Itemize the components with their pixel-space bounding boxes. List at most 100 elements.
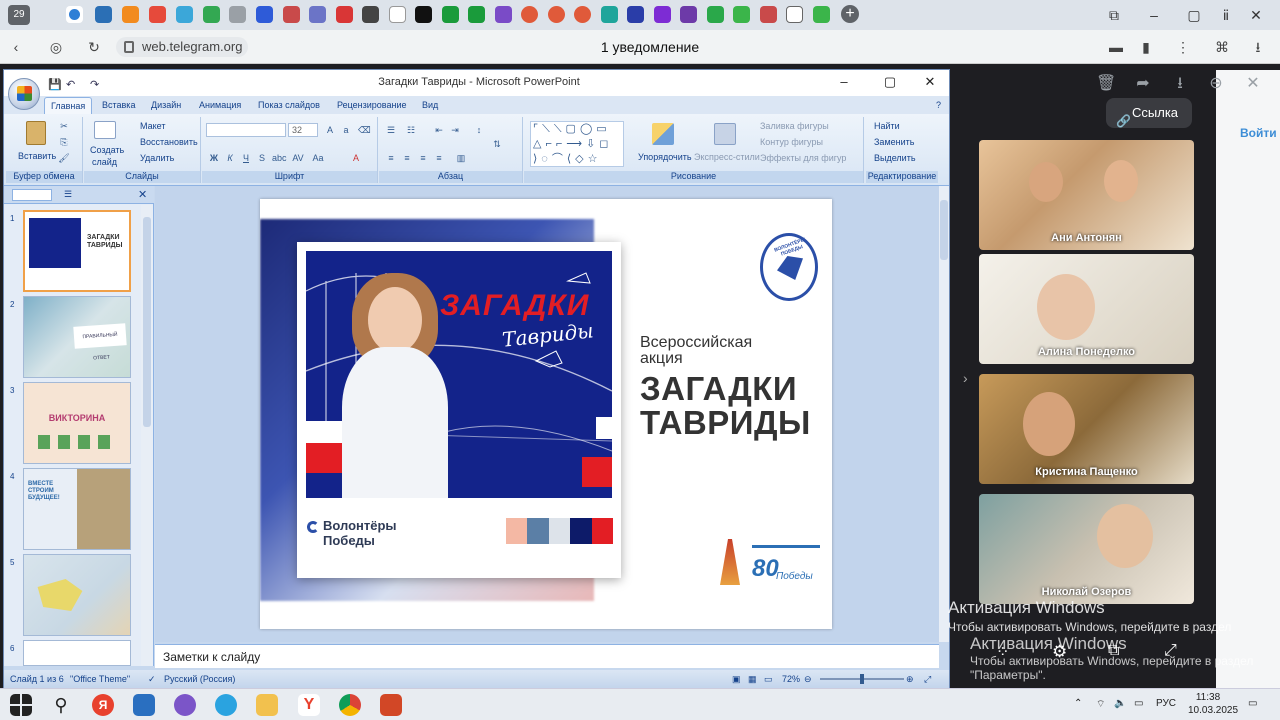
tab-violet-icon[interactable] (680, 6, 697, 23)
yandex-alice-icon[interactable]: ◎ (46, 37, 66, 57)
shadow-icon[interactable]: S (256, 153, 268, 163)
language-indicator-icon[interactable]: ✓ (148, 674, 156, 685)
strike-icon[interactable]: abc (272, 153, 287, 163)
shapes-gallery[interactable]: ⌜⟍⟍▢◯▭ △⌐⌐⟶⇩◻ ⟩◌⌒⟨◇☆ (530, 121, 624, 167)
tab-doc-icon[interactable] (389, 6, 406, 23)
justify-icon[interactable]: ≡ (433, 153, 445, 163)
zoom-out-icon[interactable]: ⊖ (804, 674, 812, 685)
start-icon[interactable] (10, 694, 32, 716)
case-icon[interactable]: Aa (312, 153, 324, 163)
slide-vertical-scrollbar[interactable] (939, 186, 949, 642)
join-button[interactable]: Войти (1240, 126, 1277, 140)
zoom-slider[interactable] (820, 674, 904, 684)
notifications-icon[interactable]: ▭ (1248, 698, 1257, 709)
tray-network-icon[interactable]: ⌔ (1096, 698, 1105, 711)
italic-icon[interactable]: К (224, 153, 236, 163)
tab-image-icon[interactable] (229, 6, 246, 23)
delete-button[interactable]: Удалить (140, 153, 174, 163)
participant-tile[interactable]: Алина Понеделко (979, 254, 1194, 364)
tab-yandex3-icon[interactable] (574, 6, 591, 23)
current-slide[interactable]: ЗАГАДКИ Тавриды Волонтёры Победы ВОЛОНТЁ… (260, 199, 832, 629)
zoom-icon[interactable]: ⊖ (1206, 74, 1226, 94)
telegram-icon[interactable] (215, 694, 237, 716)
tray-chevron-icon[interactable]: ⌃ (1074, 698, 1082, 709)
tab-home[interactable]: Главная (44, 97, 93, 115)
replace-button[interactable]: Заменить (874, 137, 914, 147)
tab-apps-icon[interactable] (733, 6, 750, 23)
viber-icon[interactable] (174, 694, 196, 716)
tab-count-badge[interactable]: 29 (8, 5, 30, 25)
format-painter-icon[interactable]: 🖌 (58, 153, 70, 163)
tab-red2-icon[interactable] (760, 6, 777, 23)
shape-fill-button[interactable]: Заливка фигуры (760, 121, 829, 131)
ppt-maximize-icon[interactable]: ▢ (878, 72, 902, 92)
tab-search-icon[interactable]: ⧉ (1102, 5, 1126, 25)
minimize-icon[interactable]: – (1142, 5, 1166, 25)
align-right-icon[interactable]: ≡ (417, 153, 429, 163)
zoom-slider-thumb[interactable] (860, 674, 864, 684)
office-button[interactable] (8, 78, 40, 110)
outline-tab-icon[interactable]: ☰ (64, 189, 72, 200)
forward-icon[interactable]: ➦ (1133, 74, 1153, 94)
yandex-icon[interactable]: Я (92, 694, 114, 716)
new-slide-icon[interactable] (94, 121, 116, 139)
chrome-icon[interactable] (339, 694, 361, 716)
zoom-level[interactable]: 72% (782, 674, 800, 684)
tab-shield-icon[interactable] (256, 6, 273, 23)
tab-slideshow[interactable]: Показ слайдов (258, 100, 320, 110)
tab-design[interactable]: Дизайн (151, 100, 181, 110)
link-button[interactable]: 🔗 Ссылка (1106, 98, 1192, 128)
close-pane-icon[interactable]: ✕ (138, 188, 147, 201)
tab-blue-icon[interactable] (176, 6, 193, 23)
tab-apps2-icon[interactable] (813, 6, 830, 23)
new-tab-button[interactable]: + (841, 5, 859, 23)
paste-button[interactable]: Вставить (18, 151, 56, 161)
tab-navy-icon[interactable] (627, 6, 644, 23)
new-slide-button-line2[interactable]: слайд (92, 157, 117, 167)
cut-icon[interactable]: ✂ (58, 121, 70, 131)
outlook-icon[interactable] (133, 694, 155, 716)
copy-icon[interactable]: ⎘ (58, 137, 70, 147)
tab-green2-icon[interactable] (468, 6, 485, 23)
tab-yandex-icon[interactable] (521, 6, 538, 23)
tray-battery-icon[interactable]: ▭ (1134, 698, 1143, 709)
language-name[interactable]: Русский (Россия) (164, 674, 235, 684)
font-color-icon[interactable]: A (350, 153, 362, 163)
yandex-browser-icon[interactable]: Y (298, 694, 320, 716)
decrease-indent-icon[interactable]: ⇤ (433, 125, 445, 135)
find-button[interactable]: Найти (874, 121, 900, 131)
tab-yandex2-icon[interactable] (548, 6, 565, 23)
underline-icon[interactable]: Ч (240, 153, 252, 163)
arrange-button[interactable]: Упорядочить (638, 152, 692, 162)
font-size-select[interactable]: 32 (288, 123, 318, 137)
tab-telegram-active[interactable] (66, 6, 83, 23)
reset-button[interactable]: Восстановить (140, 137, 198, 147)
more-icon[interactable]: ⋮ (1173, 37, 1193, 57)
slide-thumbnail[interactable]: ЗАГАДКИ ТАВРИДЫ (23, 210, 131, 292)
undo-icon[interactable]: ↶ (66, 78, 75, 91)
tab-check-icon[interactable] (707, 6, 724, 23)
slide-thumbnail[interactable]: ВИКТОРИНА (23, 382, 131, 464)
text-direction-icon[interactable]: ⇅ (491, 139, 503, 149)
tab-mail-icon[interactable] (149, 6, 166, 23)
participant-tile[interactable]: Николай Озеров (979, 494, 1194, 604)
tab-green-icon[interactable] (203, 6, 220, 23)
tab-insert[interactable]: Вставка (102, 100, 135, 110)
increase-indent-icon[interactable]: ⇥ (449, 125, 461, 135)
powerpoint-icon[interactable] (380, 694, 402, 716)
tab-ie-icon[interactable] (336, 6, 353, 23)
tab-view[interactable]: Вид (422, 100, 438, 110)
quick-styles-icon[interactable] (714, 123, 736, 145)
new-slide-button[interactable]: Создать (90, 145, 124, 155)
clear-format-icon[interactable]: ⌫ (358, 125, 371, 135)
bullets-icon[interactable]: ☰ (385, 125, 397, 135)
tab-dark-icon[interactable] (362, 6, 379, 23)
slideshow-view-icon[interactable]: ▭ (764, 674, 773, 685)
bookmark-icon[interactable]: ▮ (1136, 37, 1156, 57)
slide-thumbnail[interactable] (23, 554, 131, 636)
tray-volume-icon[interactable]: 🔈 (1114, 698, 1126, 709)
tab-animation[interactable]: Анимация (199, 100, 241, 110)
scroll-thumb[interactable] (143, 217, 151, 427)
layout-button[interactable]: Макет (140, 121, 165, 131)
tray-language[interactable]: РУС (1156, 698, 1176, 709)
